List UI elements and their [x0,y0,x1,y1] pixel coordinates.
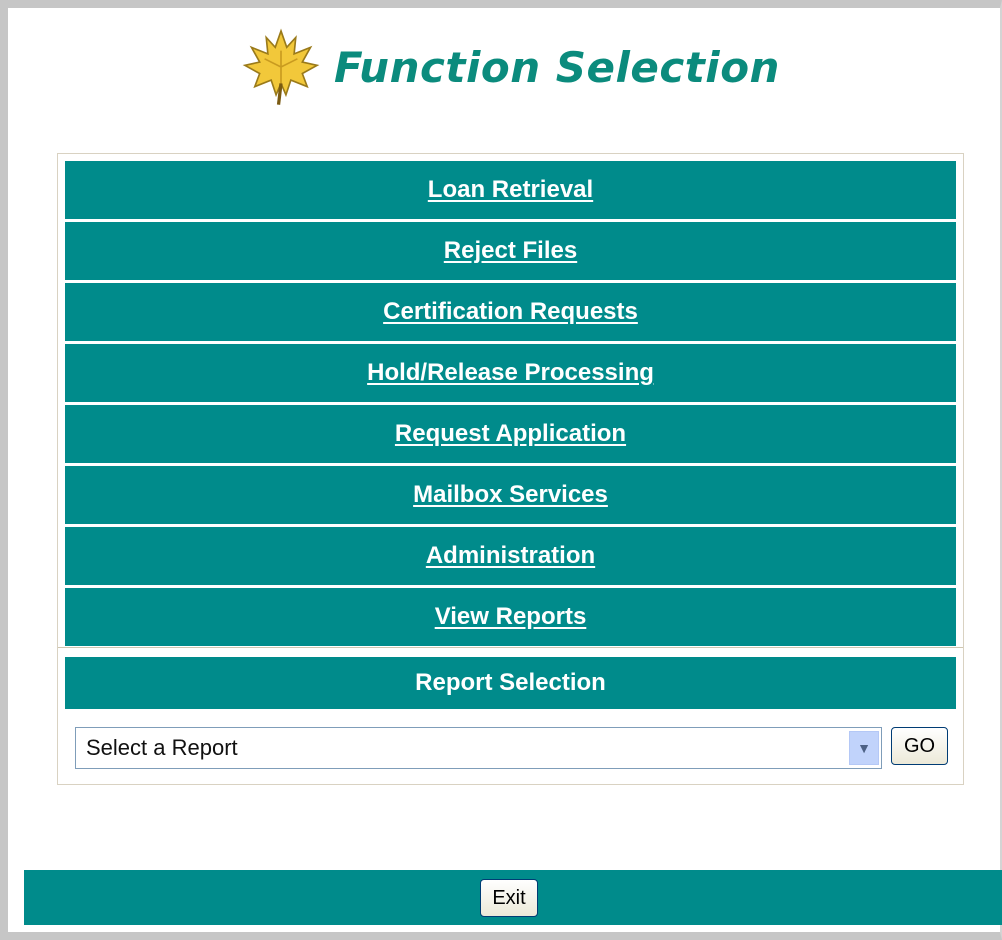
footer-bar: Exit [24,870,1002,925]
go-button[interactable]: GO [891,727,948,765]
view-reports-link[interactable]: View Reports [435,603,587,631]
maple-leaf-icon [242,28,320,105]
menu-divider [58,647,963,648]
menu-item-loan-retrieval: Loan Retrieval [65,161,956,219]
function-menu: Loan Retrieval Reject Files Certificatio… [57,153,964,785]
reject-files-link[interactable]: Reject Files [444,237,577,265]
administration-link[interactable]: Administration [426,542,595,570]
menu-item-administration: Administration [65,527,956,585]
menu-item-certification-requests: Certification Requests [65,283,956,341]
report-select[interactable]: Select a Report ▼ [75,727,882,769]
page-header: Function Selection [240,22,780,112]
app-window: Function Selection Loan Retrieval Reject… [0,0,1002,940]
menu-item-request-application: Request Application [65,405,956,463]
loan-retrieval-link[interactable]: Loan Retrieval [428,176,593,204]
menu-item-mailbox-services: Mailbox Services [65,466,956,524]
report-controls: Select a Report ▼ GO [65,713,956,777]
mailbox-services-link[interactable]: Mailbox Services [413,481,608,509]
menu-item-view-reports: View Reports [65,588,956,646]
menu-item-reject-files: Reject Files [65,222,956,280]
report-select-value: Select a Report [86,735,238,760]
certification-requests-link[interactable]: Certification Requests [383,298,638,326]
menu-item-hold-release-processing: Hold/Release Processing [65,344,956,402]
chevron-down-icon[interactable]: ▼ [849,731,879,765]
report-selection-header: Report Selection [65,657,956,709]
page-title: Function Selection [334,42,780,92]
request-application-link[interactable]: Request Application [395,420,626,448]
hold-release-processing-link[interactable]: Hold/Release Processing [367,359,654,387]
exit-button[interactable]: Exit [480,879,538,917]
